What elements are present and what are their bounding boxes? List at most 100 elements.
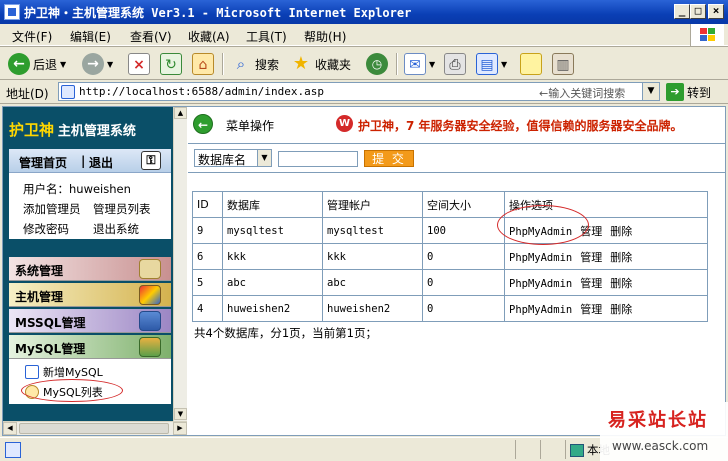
discuss-button[interactable]: [520, 52, 542, 76]
page-content: 护卫神 主机管理系统 管理首页 | 退出 ⚿ 用户名：huweishen 添加管…: [2, 106, 726, 436]
column-header: 空间大小: [422, 191, 505, 218]
keyword-search-hint: ←输入关键词搜索: [539, 87, 626, 100]
change-password-link[interactable]: 修改密码: [23, 221, 69, 237]
cell-actions: PhpMyAdmin 管理 删除: [504, 269, 708, 296]
back-arrow-icon[interactable]: ←: [193, 114, 213, 134]
menu-favorites[interactable]: 收藏(A): [188, 28, 230, 45]
sidebar-horizontal-scrollbar[interactable]: ◀ ▶: [3, 421, 187, 435]
scroll-up-icon[interactable]: ▲: [174, 107, 187, 119]
menu-file[interactable]: 文件(F): [12, 28, 52, 45]
history-button[interactable]: ◷: [366, 52, 388, 76]
address-input[interactable]: http://localhost:6588/admin/index.asp ←输…: [58, 82, 660, 101]
menu-edit[interactable]: 编辑(E): [70, 28, 111, 45]
cell-actions: PhpMyAdmin 管理 删除: [497, 205, 708, 245]
mail-button[interactable]: ✉ ▼: [404, 52, 435, 76]
address-label: 地址(D): [6, 87, 49, 101]
favorites-label: 收藏夹: [315, 57, 352, 72]
menu-category-system[interactable]: 系统管理: [9, 257, 171, 281]
menu-tools[interactable]: 工具(T): [246, 28, 287, 45]
menu-view[interactable]: 查看(V): [130, 28, 172, 45]
keyword-input[interactable]: [278, 151, 358, 167]
header-separator: |: [81, 154, 86, 168]
cube-icon: [139, 285, 161, 305]
edit-dropdown-icon[interactable]: ▼: [501, 60, 507, 69]
refresh-button[interactable]: ↻: [160, 52, 182, 76]
exit-system-link[interactable]: 退出系统: [93, 221, 139, 237]
main-header: ← 菜单操作 W 护卫神，7 年服务器安全经验，值得信赖的服务器安全品牌。: [188, 111, 725, 137]
logout-link[interactable]: 退出: [89, 154, 113, 171]
cell-account: mysqltest: [322, 217, 423, 244]
cell-id: 4: [192, 295, 223, 322]
brand-subtitle: 主机管理系统: [57, 124, 136, 139]
go-label: 转到: [687, 85, 712, 100]
scroll-down-icon[interactable]: ▼: [174, 408, 187, 420]
menu-category-mysql[interactable]: MySQL管理: [9, 335, 171, 359]
phpmyadmin-link[interactable]: PhpMyAdmin: [509, 252, 572, 264]
minimize-button[interactable]: _: [674, 4, 690, 19]
menu-help[interactable]: 帮助(H): [304, 28, 346, 45]
stop-button[interactable]: ×: [128, 52, 150, 76]
menu-category-label: MySQL管理: [15, 342, 86, 356]
submit-button[interactable]: 提 交: [364, 150, 414, 167]
select-value: 数据库名: [198, 153, 247, 167]
delete-link[interactable]: 删除: [610, 301, 632, 317]
back-arrow-icon: ←: [8, 53, 30, 75]
scroll-left-icon[interactable]: ◀: [3, 422, 17, 435]
cell-id: 9: [192, 217, 223, 244]
search-button[interactable]: ⌕ 搜索: [230, 52, 279, 76]
forward-button[interactable]: → ▼: [82, 52, 113, 76]
refresh-icon: ↻: [160, 53, 182, 75]
cell-database: mysqltest: [222, 217, 323, 244]
forward-dropdown-icon[interactable]: ▼: [107, 60, 113, 69]
mail-dropdown-icon[interactable]: ▼: [429, 60, 435, 69]
favorites-button[interactable]: ★ 收藏夹: [290, 52, 351, 76]
menu-category-label: MSSQL管理: [15, 316, 86, 330]
delete-link[interactable]: 删除: [610, 275, 632, 291]
scroll-right-icon[interactable]: ▶: [173, 422, 187, 435]
title-bar: 护卫神・主机管理系统 Ver3.1 - Microsoft Internet E…: [0, 0, 728, 24]
delete-link[interactable]: 删除: [610, 249, 632, 265]
close-button[interactable]: ×: [708, 4, 724, 19]
new-mysql-link[interactable]: 新增MySQL: [25, 364, 103, 380]
add-admin-link[interactable]: 添加管理员: [23, 201, 81, 217]
cell-account: kkk: [322, 243, 423, 270]
manage-link[interactable]: 管理: [580, 275, 602, 291]
back-button[interactable]: ← 后退 ▼: [8, 52, 66, 76]
search-field-select[interactable]: 数据库名 ▼: [194, 149, 272, 167]
cell-account: abc: [322, 269, 423, 296]
maximize-button[interactable]: □: [690, 4, 706, 19]
go-arrow-icon: ➔: [666, 83, 684, 101]
manage-link[interactable]: 管理: [580, 249, 602, 265]
sidebar-vertical-scrollbar[interactable]: ▲ ▼: [173, 107, 187, 421]
username-label: 用户名：: [23, 182, 69, 196]
back-dropdown-icon[interactable]: ▼: [60, 60, 66, 69]
address-dropdown-icon[interactable]: ▼: [642, 83, 659, 100]
table-row: 4 huweishen2 huweishen2 0 PhpMyAdmin 管理 删除: [192, 295, 708, 322]
note-icon: [520, 53, 542, 75]
cell-size: 0: [422, 295, 505, 322]
print-button[interactable]: ⎙: [444, 52, 466, 76]
cell-database: huweishen2: [222, 295, 323, 322]
go-button[interactable]: ➔ 转到: [666, 83, 711, 101]
manage-link[interactable]: 管理: [580, 301, 602, 317]
admin-home-link[interactable]: 管理首页: [19, 154, 67, 171]
phpmyadmin-link[interactable]: PhpMyAdmin: [509, 304, 572, 316]
main-area: ← 菜单操作 W 护卫神，7 年服务器安全经验，值得信赖的服务器安全品牌。 数据…: [188, 107, 725, 435]
menu-category-mssql[interactable]: MSSQL管理: [9, 309, 171, 333]
edit-button[interactable]: ▤ ▼: [476, 52, 507, 76]
scroll-thumb[interactable]: [19, 423, 169, 434]
toolbar-separator: [222, 53, 224, 75]
cell-id: 6: [192, 243, 223, 270]
table-row: 9 mysqltest mysqltest 100 PhpMyAdmin 管理 删除: [192, 205, 708, 245]
delete-link[interactable]: 删除: [610, 223, 632, 239]
home-button[interactable]: ⌂: [192, 52, 214, 76]
ie-app-icon: [4, 4, 20, 20]
research-button[interactable]: ▥: [552, 52, 574, 76]
phpmyadmin-link[interactable]: PhpMyAdmin: [509, 278, 572, 290]
menu-category-host[interactable]: 主机管理: [9, 283, 171, 307]
page-status-icon: [5, 442, 21, 458]
status-divider: [515, 440, 516, 459]
username-line: 用户名：huweishen: [23, 181, 131, 197]
admin-list-link[interactable]: 管理员列表: [93, 201, 151, 217]
new-document-icon: [25, 365, 39, 379]
